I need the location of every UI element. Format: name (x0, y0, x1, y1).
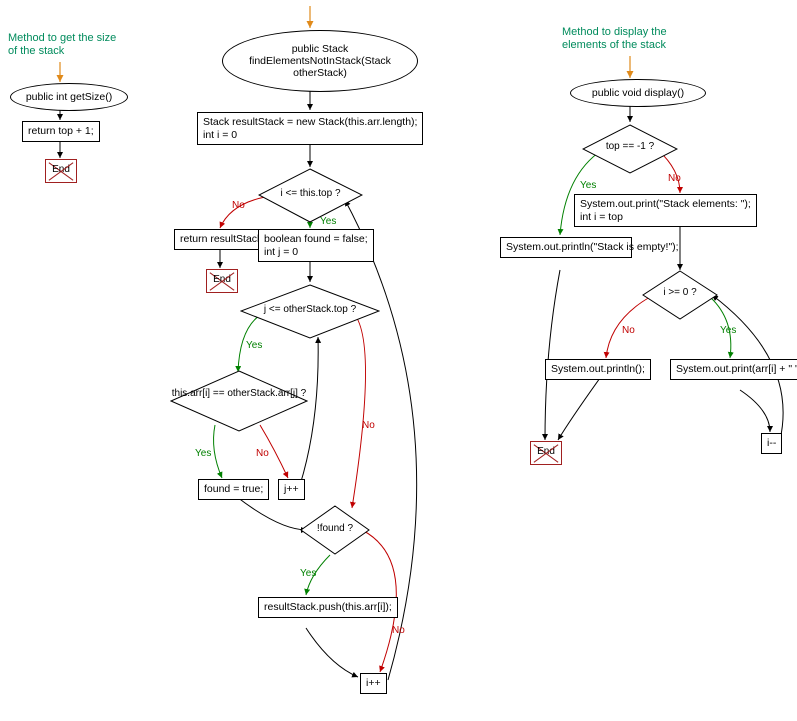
decision-not-found: !found ? (300, 505, 370, 560)
decision-i-lte-top: i <= this.top ? (258, 168, 363, 228)
decision-arr-eq: this.arr[i] == otherStack.arr[j] ? (170, 370, 308, 437)
end-display: End (530, 441, 562, 465)
process-imm: i-- (761, 433, 782, 454)
flowchart-canvas: Method to get the size of the stack publ… (0, 0, 797, 721)
process-return-resultstack: return resultStack; (174, 229, 271, 250)
comment-getsize: Method to get the size of the stack (8, 32, 118, 58)
label-no: No (622, 325, 635, 336)
end-getsize: End (45, 159, 77, 183)
process-stack-empty: System.out.println("Stack is empty!"); (500, 237, 632, 258)
decision-top-neg1: top == -1 ? (582, 124, 678, 179)
end-findelements: End (206, 269, 238, 293)
label-no: No (392, 625, 405, 636)
process-return-top: return top + 1; (22, 121, 100, 142)
label-yes: Yes (580, 180, 596, 191)
terminator-display: public void display() (570, 79, 706, 107)
process-found-init: boolean found = false; int j = 0 (258, 229, 374, 262)
terminator-getsize: public int getSize() (10, 83, 128, 111)
label-yes: Yes (320, 216, 336, 227)
process-print-elements: System.out.print("Stack elements: "); in… (574, 194, 757, 227)
decision-j-lte-other: j <= otherStack.top ? (240, 284, 380, 344)
label-no: No (232, 200, 245, 211)
label-yes: Yes (720, 325, 736, 336)
terminator-findelements: public Stack findElementsNotInStack(Stac… (222, 30, 418, 92)
label-no: No (362, 420, 375, 431)
label-yes: Yes (246, 340, 262, 351)
process-println: System.out.println(); (545, 359, 651, 380)
label-no: No (668, 173, 681, 184)
process-resultstack-push: resultStack.push(this.arr[i]); (258, 597, 398, 618)
label-no: No (256, 448, 269, 459)
label-yes: Yes (195, 448, 211, 459)
process-found-true: found = true; (198, 479, 269, 500)
process-ipp: i++ (360, 673, 387, 694)
decision-i-gte-0: i >= 0 ? (642, 270, 718, 325)
process-jpp: j++ (278, 479, 305, 500)
process-print-arri: System.out.print(arr[i] + " "); (670, 359, 797, 380)
process-resultstack-init: Stack resultStack = new Stack(this.arr.l… (197, 112, 423, 145)
comment-display: Method to display the elements of the st… (562, 26, 692, 52)
label-yes: Yes (300, 568, 316, 579)
